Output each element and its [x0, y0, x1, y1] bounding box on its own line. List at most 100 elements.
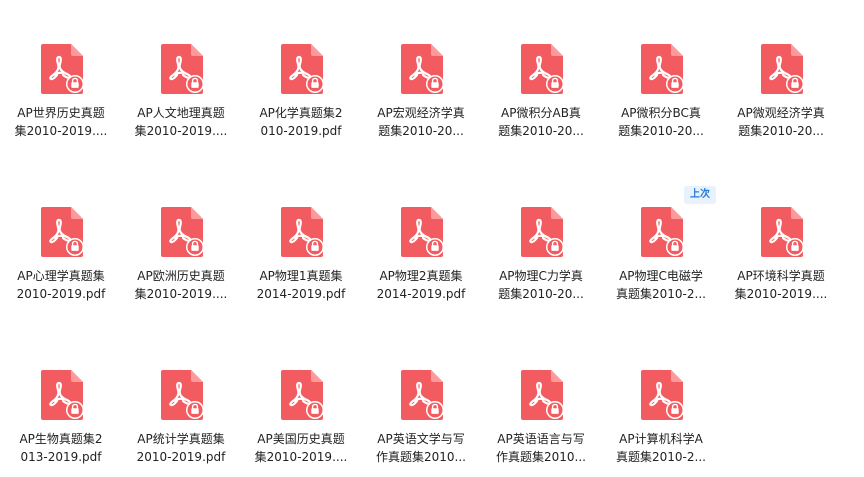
file-name-line2: 题集2010-20... [618, 124, 704, 138]
pdf-file-icon [761, 44, 803, 94]
pdf-file-icon [401, 44, 443, 94]
file-name: AP微积分BC真 题集2010-20... [603, 104, 719, 140]
file-name-line1: AP宏观经济学真 [377, 106, 465, 120]
file-item[interactable]: AP物理1真题集 2014-2019.pdf [243, 163, 359, 313]
last-opened-badge: 上次 [684, 186, 716, 204]
file-name: AP计算机科学A 真题集2010-2... [603, 430, 719, 466]
file-name-line2: 2010-2019.pdf [136, 450, 226, 464]
file-name-line2: 010-2019.pdf [260, 124, 342, 138]
file-item[interactable]: AP英语文学与写 作真题集2010... [363, 326, 479, 476]
file-name-line1: AP物理C力学真 [499, 269, 583, 283]
file-item[interactable]: AP宏观经济学真 题集2010-20... [363, 0, 479, 150]
file-name: AP宏观经济学真 题集2010-20... [363, 104, 479, 140]
pdf-file-icon [401, 207, 443, 257]
pdf-file-icon [641, 207, 683, 257]
pdf-file-icon [521, 207, 563, 257]
file-item[interactable]: AP计算机科学A 真题集2010-2... [603, 326, 719, 476]
file-name: AP欧洲历史真题 集2010-2019.... [123, 267, 239, 303]
file-name-line2: 题集2010-20... [498, 124, 584, 138]
file-name-line1: AP欧洲历史真题 [137, 269, 225, 283]
pdf-file-icon [161, 370, 203, 420]
file-item[interactable]: AP物理C力学真 题集2010-20... [483, 163, 599, 313]
file-name: AP化学真题集2 010-2019.pdf [243, 104, 359, 140]
file-name: AP生物真题集2 013-2019.pdf [3, 430, 119, 466]
file-name: AP美国历史真题 集2010-2019.... [243, 430, 359, 466]
pdf-file-icon [281, 207, 323, 257]
file-item[interactable]: AP物理2真题集 2014-2019.pdf [363, 163, 479, 313]
file-name-line2: 题集2010-20... [738, 124, 824, 138]
file-name-line2: 作真题集2010... [376, 450, 466, 464]
pdf-file-icon [161, 207, 203, 257]
file-name: AP微观经济学真 题集2010-20... [723, 104, 839, 140]
file-name-line1: AP化学真题集2 [259, 106, 343, 120]
file-name: AP环境科学真题 集2010-2019.... [723, 267, 839, 303]
file-name-line2: 作真题集2010... [496, 450, 586, 464]
file-name: AP物理2真题集 2014-2019.pdf [363, 267, 479, 303]
file-name: AP物理C电磁学 真题集2010-2... [603, 267, 719, 303]
file-name-line1: AP环境科学真题 [737, 269, 825, 283]
file-name-line2: 真题集2010-2... [616, 450, 706, 464]
file-name: AP英语语言与写 作真题集2010... [483, 430, 599, 466]
file-name-line2: 集2010-2019.... [254, 450, 348, 464]
file-name: AP物理1真题集 2014-2019.pdf [243, 267, 359, 303]
pdf-file-icon [521, 370, 563, 420]
file-item[interactable]: AP环境科学真题 集2010-2019.... [723, 163, 839, 313]
file-name-line1: AP世界历史真题 [17, 106, 105, 120]
file-name-line1: AP微积分AB真 [501, 106, 581, 120]
file-item[interactable]: AP微积分AB真 题集2010-20... [483, 0, 599, 150]
file-name: AP世界历史真题 集2010-2019.... [3, 104, 119, 140]
file-name-line2: 集2010-2019.... [134, 124, 228, 138]
file-name-line2: 题集2010-20... [378, 124, 464, 138]
file-grid: AP世界历史真题 集2010-2019.... AP人文地理真题 集2010-2019… [0, 0, 864, 477]
file-name-line1: AP物理2真题集 [379, 269, 463, 283]
pdf-file-icon [41, 44, 83, 94]
file-name-line2: 2014-2019.pdf [376, 287, 466, 301]
file-name-line1: AP美国历史真题 [257, 432, 345, 446]
file-name-line2: 2010-2019.pdf [16, 287, 106, 301]
pdf-file-icon [41, 207, 83, 257]
file-name-line1: AP人文地理真题 [137, 106, 225, 120]
file-item[interactable]: AP世界历史真题 集2010-2019.... [3, 0, 119, 150]
file-name-line1: AP统计学真题集 [137, 432, 225, 446]
file-item[interactable]: AP微观经济学真 题集2010-20... [723, 0, 839, 150]
pdf-file-icon [521, 44, 563, 94]
file-item[interactable]: AP人文地理真题 集2010-2019.... [123, 0, 239, 150]
file-name-line2: 2014-2019.pdf [256, 287, 346, 301]
file-item[interactable]: AP美国历史真题 集2010-2019.... [243, 326, 359, 476]
file-name: AP微积分AB真 题集2010-20... [483, 104, 599, 140]
file-name-line1: AP微观经济学真 [737, 106, 825, 120]
file-name-line1: AP物理1真题集 [259, 269, 343, 283]
pdf-file-icon [41, 370, 83, 420]
pdf-file-icon [281, 370, 323, 420]
file-name-line1: AP心理学真题集 [17, 269, 105, 283]
file-name-line1: AP英语文学与写 [377, 432, 465, 446]
file-item[interactable]: AP生物真题集2 013-2019.pdf [3, 326, 119, 476]
file-item[interactable]: AP英语语言与写 作真题集2010... [483, 326, 599, 476]
file-name-line2: 013-2019.pdf [20, 450, 102, 464]
pdf-file-icon [161, 44, 203, 94]
pdf-file-icon [641, 44, 683, 94]
file-name: AP人文地理真题 集2010-2019.... [123, 104, 239, 140]
pdf-file-icon [641, 370, 683, 420]
file-item[interactable]: AP心理学真题集 2010-2019.pdf [3, 163, 119, 313]
file-name-line1: AP英语语言与写 [497, 432, 585, 446]
file-name: AP统计学真题集 2010-2019.pdf [123, 430, 239, 466]
file-name-line2: 题集2010-20... [498, 287, 584, 301]
pdf-file-icon [401, 370, 443, 420]
file-name-line1: AP微积分BC真 [621, 106, 701, 120]
file-name-line2: 集2010-2019.... [134, 287, 228, 301]
file-name-line2: 集2010-2019.... [734, 287, 828, 301]
file-name-line1: AP物理C电磁学 [619, 269, 703, 283]
file-name: AP心理学真题集 2010-2019.pdf [3, 267, 119, 303]
file-item[interactable]: AP统计学真题集 2010-2019.pdf [123, 326, 239, 476]
file-item[interactable]: AP微积分BC真 题集2010-20... [603, 0, 719, 150]
file-name: AP物理C力学真 题集2010-20... [483, 267, 599, 303]
file-name-line1: AP生物真题集2 [19, 432, 103, 446]
file-item[interactable]: AP欧洲历史真题 集2010-2019.... [123, 163, 239, 313]
file-name-line2: 真题集2010-2... [616, 287, 706, 301]
file-name-line2: 集2010-2019.... [14, 124, 108, 138]
pdf-file-icon [761, 207, 803, 257]
file-name: AP英语文学与写 作真题集2010... [363, 430, 479, 466]
file-item[interactable]: AP化学真题集2 010-2019.pdf [243, 0, 359, 150]
pdf-file-icon [281, 44, 323, 94]
